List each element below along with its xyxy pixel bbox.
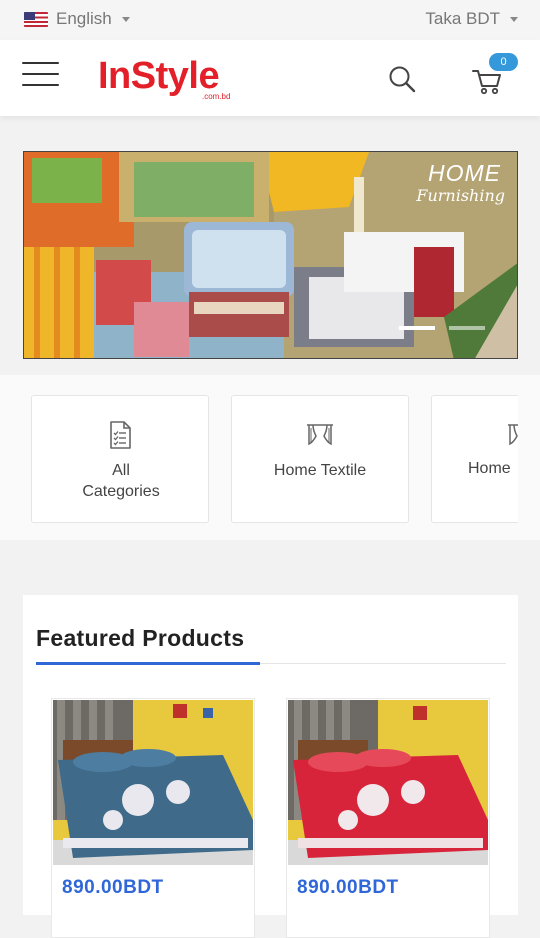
list-document-icon [110, 421, 131, 449]
category-label: All Categories [82, 462, 160, 500]
banner-subtitle: Furnishing [416, 186, 505, 205]
product-card[interactable]: 890.00BDT [286, 698, 490, 938]
language-selector[interactable]: English [24, 9, 130, 29]
site-logo[interactable]: InStyle .com.bd [98, 55, 230, 101]
site-header: InStyle .com.bd [0, 40, 540, 116]
cart-count-badge: 0 [489, 53, 518, 71]
language-label: English [56, 9, 112, 28]
chevron-down-icon [510, 16, 518, 22]
us-flag-icon [24, 11, 48, 27]
carousel-dot[interactable] [449, 326, 485, 330]
product-card[interactable]: 890.00BDT [51, 698, 255, 938]
product-image [288, 700, 488, 865]
top-bar: English Taka BDT [0, 0, 540, 40]
menu-icon-bar [22, 84, 59, 87]
category-label: Home Textile [273, 462, 367, 479]
carousel-indicators [399, 326, 485, 330]
search-icon [389, 66, 416, 93]
search-button[interactable] [387, 64, 417, 94]
product-price: 890.00BDT [62, 877, 164, 898]
category-card-all[interactable]: All Categories [31, 395, 209, 523]
title-underline [36, 662, 260, 665]
currency-selector[interactable]: Taka BDT [425, 9, 518, 29]
product-image [53, 700, 253, 865]
curtain-icon [307, 424, 333, 446]
product-price: 890.00BDT [297, 877, 399, 898]
menu-icon-bar [22, 73, 59, 76]
carousel-dot[interactable] [399, 326, 435, 330]
hero-banner[interactable]: HOME Furnishing [23, 151, 518, 359]
category-card-home-textile[interactable]: Home Textile [231, 395, 409, 523]
menu-button[interactable] [22, 62, 59, 88]
chevron-down-icon [121, 16, 130, 22]
featured-products-section: Featured Products 890.00BDT 890.00BDT [23, 595, 518, 938]
menu-icon [22, 62, 59, 65]
currency-label: Taka BDT [425, 9, 500, 28]
banner-title: HOME [428, 160, 501, 186]
category-label: Home [468, 460, 511, 477]
category-carousel[interactable]: All Categories Home Textile Home [0, 375, 540, 540]
logo-text: InStyle [98, 55, 220, 97]
carousel-edge-mask [518, 375, 540, 540]
logo-domain: .com.bd [202, 92, 231, 101]
section-title: Featured Products [36, 625, 245, 651]
